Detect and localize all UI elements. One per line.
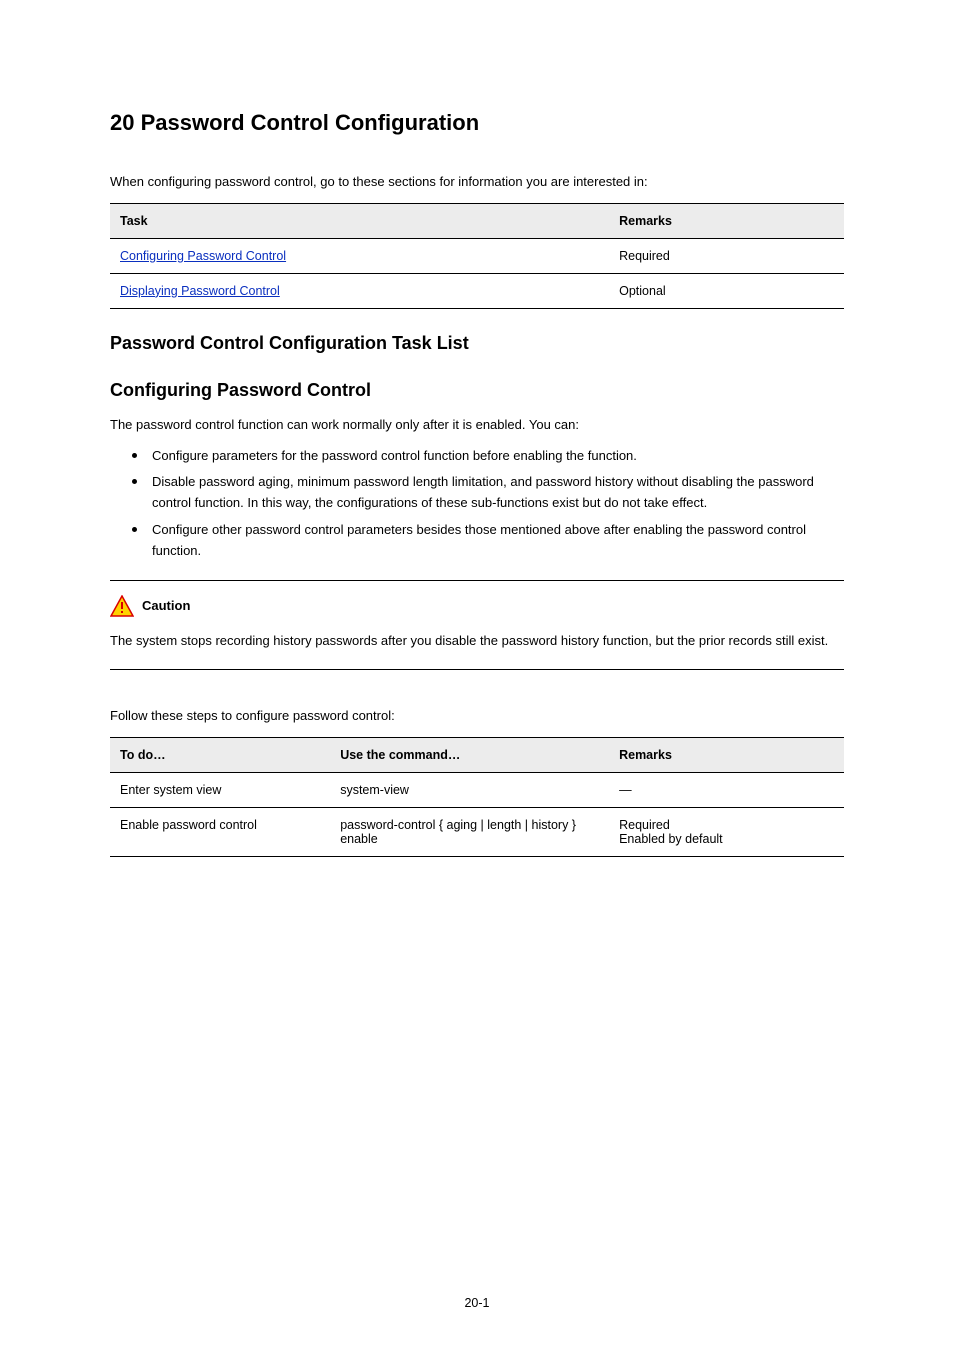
caution-text: The system stops recording history passw…	[110, 631, 844, 652]
col-remarks: Remarks	[609, 203, 844, 238]
list-item: Configure other password control paramet…	[138, 520, 844, 562]
caution-box: Caution The system stops recording histo…	[110, 580, 844, 671]
warning-triangle-icon	[110, 595, 134, 617]
todo-cell: Enter system view	[110, 773, 330, 808]
task-link-configuring[interactable]: Configuring Password Control	[120, 249, 286, 263]
task-cell: Displaying Password Control	[110, 273, 609, 308]
table-header-row: Task Remarks	[110, 203, 844, 238]
list-item: Disable password aging, minimum password…	[138, 472, 844, 514]
task-link-displaying[interactable]: Displaying Password Control	[120, 284, 280, 298]
table-row: Displaying Password Control Optional	[110, 273, 844, 308]
intro-paragraph: When configuring password control, go to…	[110, 172, 844, 193]
col-todo: To do…	[110, 738, 330, 773]
remark-cell: —	[609, 773, 844, 808]
steps-intro: Follow these steps to configure password…	[110, 706, 844, 727]
cmd-cell: password-control { aging | length | hist…	[330, 808, 609, 857]
page-number: 20-1	[0, 1296, 954, 1310]
caution-label: Caution	[142, 598, 190, 613]
caution-header: Caution	[110, 595, 844, 617]
table-row: Configuring Password Control Required	[110, 238, 844, 273]
col-task: Task	[110, 203, 609, 238]
section-title-config: Configuring Password Control	[110, 380, 844, 401]
config-intro-paragraph: The password control function can work n…	[110, 415, 844, 436]
remark-cell: Required Enabled by default	[609, 808, 844, 857]
cmd-cell: system-view	[330, 773, 609, 808]
steps-table: To do… Use the command… Remarks Enter sy…	[110, 737, 844, 857]
section-title-tasklist: Password Control Configuration Task List	[110, 333, 844, 354]
task-cell: Configuring Password Control	[110, 238, 609, 273]
bullet-list: Configure parameters for the password co…	[110, 446, 844, 562]
table-row: Enter system view system-view —	[110, 773, 844, 808]
table-header-row: To do… Use the command… Remarks	[110, 738, 844, 773]
list-item: Configure parameters for the password co…	[138, 446, 844, 467]
remark-cell: Required	[609, 238, 844, 273]
task-list-table: Task Remarks Configuring Password Contro…	[110, 203, 844, 309]
remark-cell: Optional	[609, 273, 844, 308]
page-title: 20 Password Control Configuration	[110, 110, 844, 136]
col-remarks: Remarks	[609, 738, 844, 773]
todo-cell: Enable password control	[110, 808, 330, 857]
table-row: Enable password control password-control…	[110, 808, 844, 857]
col-cmd: Use the command…	[330, 738, 609, 773]
